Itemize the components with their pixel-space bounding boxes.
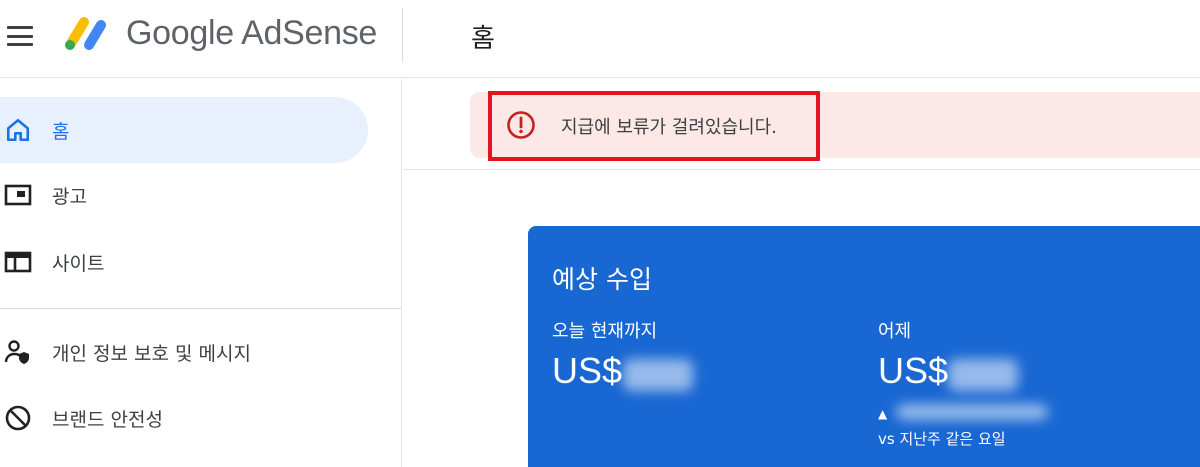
today-label: 오늘 현재까지 — [552, 321, 658, 342]
privacy-icon — [4, 338, 32, 366]
sidebar-item-label: 사이트 — [52, 252, 105, 275]
menu-icon[interactable] — [7, 26, 33, 46]
content-divider — [403, 169, 1200, 170]
home-icon — [4, 116, 32, 144]
brand-name[interactable]: Google AdSense — [126, 14, 377, 53]
block-icon — [4, 404, 32, 432]
sites-icon — [4, 248, 32, 276]
error-icon — [507, 111, 535, 139]
alert-message: 지급에 보류가 걸려있습니다. — [561, 117, 777, 138]
sidebar-item-sites[interactable]: 사이트 — [0, 229, 368, 295]
sidebar-item-label: 개인 정보 보호 및 메시지 — [52, 342, 251, 365]
today-amount: US$ — [552, 350, 623, 391]
comparison-label: vs 지난주 같은 요일 — [878, 430, 1006, 448]
header-divider — [402, 8, 403, 62]
sidebar-item-label: 홈 — [52, 120, 70, 143]
adsense-logo-icon[interactable] — [62, 12, 112, 54]
redacted-change — [896, 404, 1048, 420]
sidebar-divider — [0, 308, 402, 309]
sidebar-item-ads[interactable]: 광고 — [0, 162, 368, 228]
card-title: 예상 수입 — [552, 265, 652, 294]
sidebar-item-label: 브랜드 안전성 — [52, 408, 163, 431]
redacted-amount — [948, 359, 1018, 391]
sidebar-item-privacy[interactable]: 개인 정보 보호 및 메시지 — [0, 319, 368, 385]
yesterday-amount: US$ — [878, 350, 949, 391]
estimated-earnings-card[interactable]: 예상 수입 오늘 현재까지 US$ 어제 US$ ▲ vs 지난주 같은 요일 — [528, 226, 1200, 467]
sidebar-item-home[interactable]: 홈 — [0, 97, 368, 163]
top-app-bar: Google AdSense 홈 — [0, 0, 1200, 78]
sidebar-item-brand-safety[interactable]: 브랜드 안전성 — [0, 385, 368, 451]
up-arrow-icon: ▲ — [878, 407, 888, 421]
yesterday-label: 어제 — [878, 321, 912, 342]
ads-icon — [4, 181, 32, 209]
sidebar-item-label: 광고 — [52, 185, 87, 208]
page-title: 홈 — [471, 24, 495, 54]
sidebar: 홈 광고 사이트 개인 정보 보호 및 메시지 브랜드 안전성 — [0, 79, 402, 467]
redacted-amount — [623, 359, 693, 391]
